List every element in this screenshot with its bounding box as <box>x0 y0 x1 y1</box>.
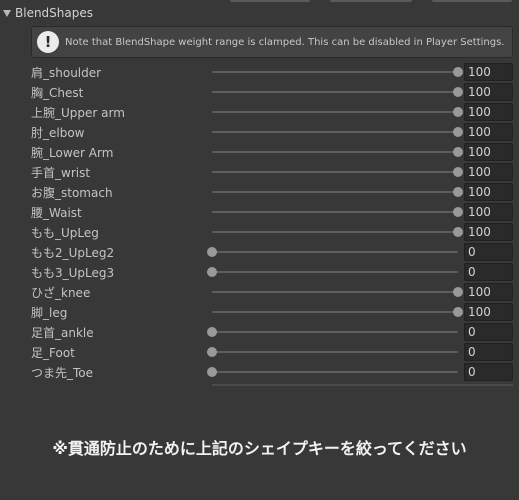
toolbar-button-edge[interactable] <box>230 0 310 2</box>
blendshape-label: 腰_Waist <box>31 206 82 220</box>
blendshape-value-field[interactable]: 100 <box>464 123 513 141</box>
blendshape-slider-thumb[interactable] <box>453 127 463 137</box>
blendshape-label: ひざ_knee <box>31 286 91 300</box>
blendshape-value-field[interactable]: 100 <box>464 183 513 201</box>
blendshape-slider-track[interactable] <box>212 291 458 293</box>
blendshape-row: ひざ_knee 100 <box>0 282 519 302</box>
blendshape-slider-thumb[interactable] <box>453 207 463 217</box>
blendshape-label: 腕_Lower Arm <box>31 146 114 160</box>
blendshape-label: 手首_wrist <box>31 166 91 180</box>
blendshape-value-field[interactable]: 0 <box>464 243 513 261</box>
blendshape-slider-thumb[interactable] <box>453 107 463 117</box>
blendshape-slider-track[interactable] <box>212 191 458 193</box>
blendshape-row: 足首_ankle 0 <box>0 322 519 342</box>
blendshape-value-field[interactable]: 100 <box>464 63 513 81</box>
blendshape-value-field[interactable]: 100 <box>464 103 513 121</box>
blendshape-label: お腹_stomach <box>31 186 113 200</box>
blendshape-value-field[interactable]: 0 <box>464 343 513 361</box>
blendshape-row: 肩_shoulder 100 <box>0 62 519 82</box>
blendshape-slider-thumb[interactable] <box>453 67 463 77</box>
blendshape-value-field[interactable]: 100 <box>464 223 513 241</box>
blendshape-label: つま先_Toe <box>31 366 94 380</box>
blendshape-slider-track[interactable] <box>212 211 458 213</box>
blendshape-row: もも_UpLeg 100 <box>0 222 519 242</box>
blendshape-label: 肘_elbow <box>31 126 85 140</box>
blendshape-row: 上腕_Upper arm 100 <box>0 102 519 122</box>
toolbar-button-edge[interactable] <box>330 0 412 2</box>
blendshape-label: 上腕_Upper arm <box>31 106 125 120</box>
blendshape-slider-track[interactable] <box>212 251 458 253</box>
blendshape-slider-thumb[interactable] <box>207 247 217 257</box>
blendshape-row: つま先_Toe 0 <box>0 362 519 382</box>
blendshapes-foldout-header[interactable]: BlendShapes <box>0 3 519 23</box>
blendshape-slider-track[interactable] <box>212 91 458 93</box>
blendshape-slider-thumb[interactable] <box>453 307 463 317</box>
blendshape-slider-track[interactable] <box>212 371 458 373</box>
blendshape-label: もも2_UpLeg2 <box>31 246 115 260</box>
blendshape-row: 腕_Lower Arm 100 <box>0 142 519 162</box>
blendshape-slider-track[interactable] <box>212 351 458 353</box>
blendshape-label: 肩_shoulder <box>31 66 102 80</box>
section-title: BlendShapes <box>15 6 93 20</box>
blendshape-value-field[interactable]: 0 <box>464 323 513 341</box>
blendshape-row: もも2_UpLeg2 0 <box>0 242 519 262</box>
blendshape-label: 胸_Chest <box>31 86 84 100</box>
blendshape-value-field[interactable]: 100 <box>464 283 513 301</box>
blendshape-slider-thumb[interactable] <box>453 287 463 297</box>
foldout-arrow-icon[interactable] <box>3 9 11 17</box>
blendshape-slider-track[interactable] <box>212 231 458 233</box>
blendshape-row: 脚_leg 100 <box>0 302 519 322</box>
blendshape-slider-track[interactable] <box>212 151 458 153</box>
blendshape-label: 足首_ankle <box>31 326 94 340</box>
list-bottom-edge <box>212 384 513 386</box>
blendshape-value-field[interactable]: 0 <box>464 263 513 281</box>
blendshape-row: 腰_Waist 100 <box>0 202 519 222</box>
blendshape-slider-track[interactable] <box>212 71 458 73</box>
blendshape-slider-track[interactable] <box>212 271 458 273</box>
help-text: Note that BlendShape weight range is cla… <box>65 36 505 48</box>
blendshape-value-field[interactable]: 100 <box>464 303 513 321</box>
blendshape-slider-thumb[interactable] <box>207 367 217 377</box>
blendshape-row: もも3_UpLeg3 0 <box>0 262 519 282</box>
blendshape-value-field[interactable]: 100 <box>464 203 513 221</box>
blendshape-slider-thumb[interactable] <box>207 267 217 277</box>
blendshape-slider-thumb[interactable] <box>207 327 217 337</box>
blendshape-value-field[interactable]: 0 <box>464 363 513 381</box>
warning-icon: ! <box>37 31 59 53</box>
blendshape-value-field[interactable]: 100 <box>464 83 513 101</box>
blendshape-row: お腹_stomach 100 <box>0 182 519 202</box>
blendshape-row: 足_Foot 0 <box>0 342 519 362</box>
toolbar-button-edge[interactable] <box>432 0 512 2</box>
notice-text: ※貫通防止のために上記のシェイプキーを絞ってください <box>52 439 467 458</box>
blendshape-slider-track[interactable] <box>212 131 458 133</box>
blendshape-slider-track[interactable] <box>212 331 458 333</box>
blendshape-row: 胸_Chest 100 <box>0 82 519 102</box>
blendshape-slider-thumb[interactable] <box>453 87 463 97</box>
help-box: ! Note that BlendShape weight range is c… <box>31 26 513 58</box>
blendshape-slider-track[interactable] <box>212 111 458 113</box>
blendshape-row: 手首_wrist 100 <box>0 162 519 182</box>
blendshape-slider-thumb[interactable] <box>453 187 463 197</box>
blendshape-value-field[interactable]: 100 <box>464 143 513 161</box>
blendshape-label: 足_Foot <box>31 346 75 360</box>
blendshape-label: もも_UpLeg <box>31 226 99 240</box>
blendshape-row: 肘_elbow 100 <box>0 122 519 142</box>
blendshape-slider-thumb[interactable] <box>453 147 463 157</box>
blendshape-slider-thumb[interactable] <box>453 167 463 177</box>
blendshape-label: 脚_leg <box>31 306 68 320</box>
blendshape-label: もも3_UpLeg3 <box>31 266 115 280</box>
blendshape-slider-thumb[interactable] <box>207 347 217 357</box>
blendshape-slider-thumb[interactable] <box>453 227 463 237</box>
blendshape-slider-track[interactable] <box>212 311 458 313</box>
blendshape-slider-track[interactable] <box>212 171 458 173</box>
blendshape-value-field[interactable]: 100 <box>464 163 513 181</box>
